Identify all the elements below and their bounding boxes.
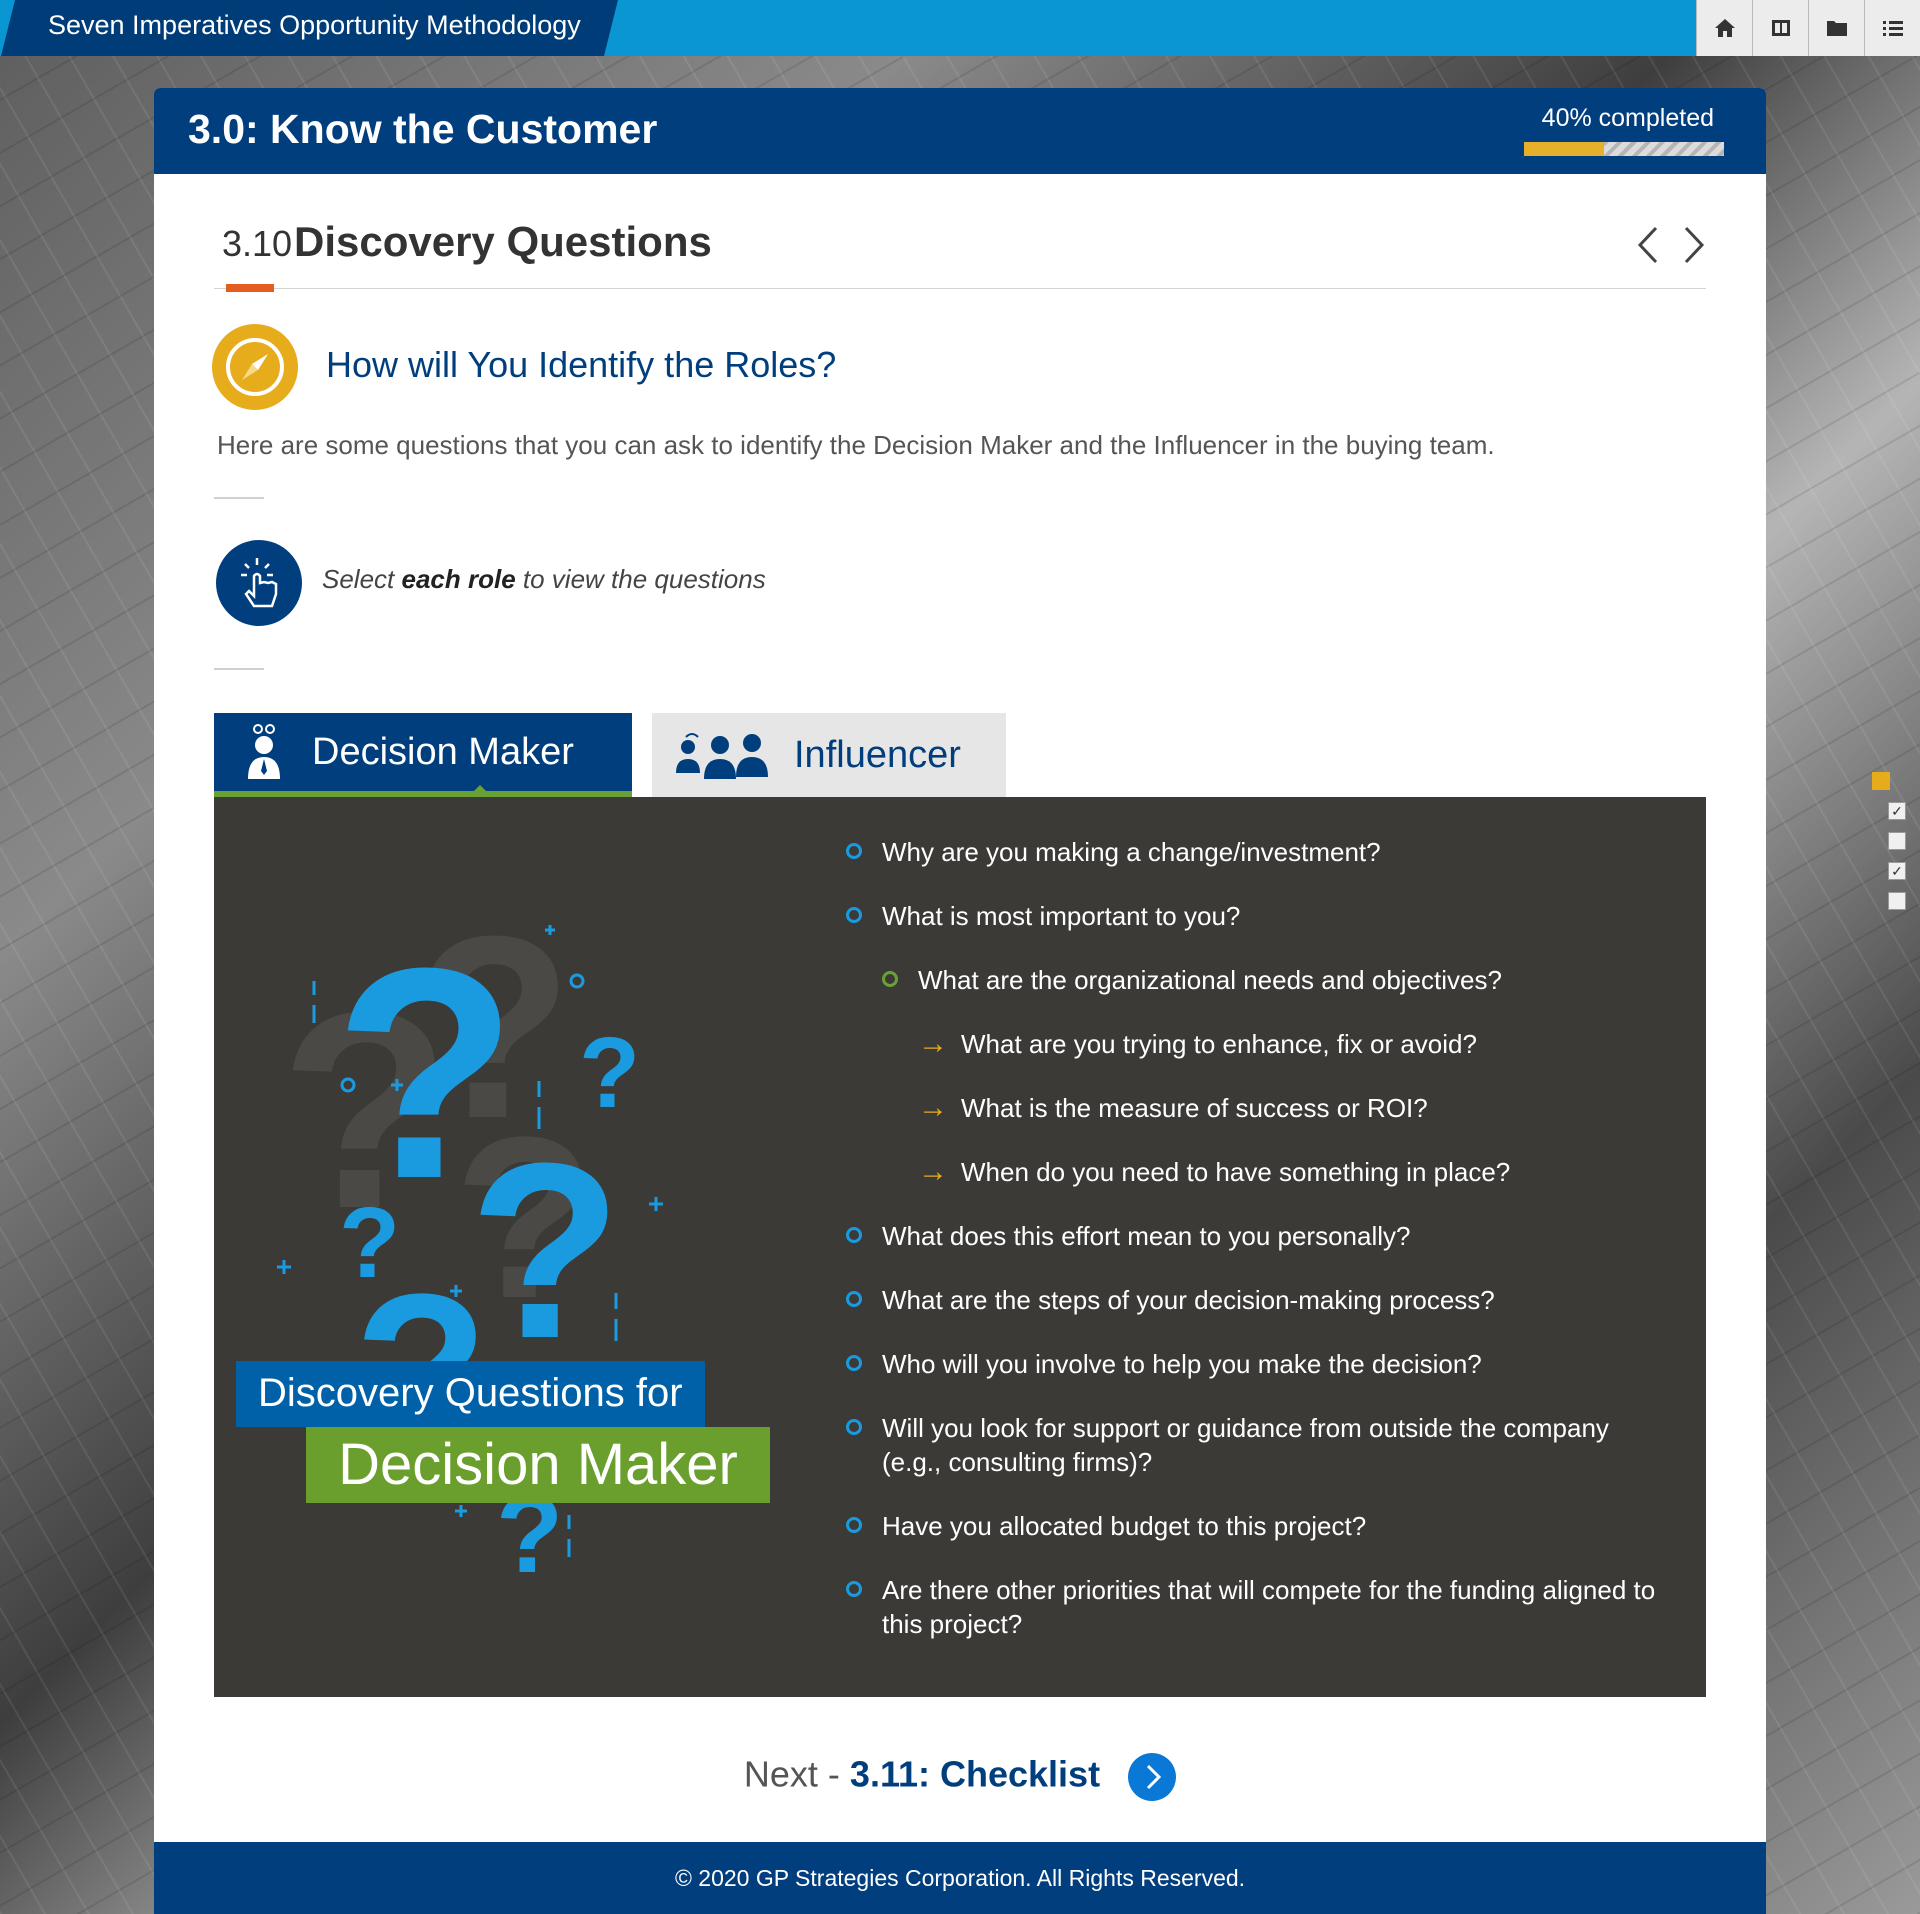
instruction-emphasis: each role [401, 564, 516, 594]
question-item: → When do you need to have something in p… [846, 1155, 1666, 1189]
question-item: → What are you trying to enhance, fix or … [846, 1027, 1666, 1061]
bullet-icon [846, 907, 862, 923]
folder-icon [1826, 21, 1847, 36]
intro-text: Here are some questions that you can ask… [217, 430, 1495, 460]
progress-fill [1524, 142, 1604, 156]
bullet-icon [846, 1227, 862, 1243]
section-title: Discovery Questions [294, 218, 712, 265]
top-bar: Seven Imperatives Opportunity Methodolog… [0, 0, 1920, 56]
footer: © 2020 GP Strategies Corporation. All Ri… [154, 1842, 1766, 1914]
bullet-icon [846, 843, 862, 859]
tab-label: Influencer [794, 733, 961, 776]
home-icon [1714, 19, 1735, 37]
resources-button[interactable] [1808, 0, 1864, 56]
prev-page-button[interactable] [1632, 220, 1666, 270]
arrow-right-icon: → [918, 1027, 948, 1060]
instruction-post: to view the questions [515, 564, 766, 594]
instruction-text: Select each role to view the questions [322, 564, 766, 595]
question-text: Have you allocated budget to this projec… [882, 1511, 1367, 1541]
divider [214, 497, 264, 499]
home-button[interactable] [1696, 0, 1752, 56]
side-progress-marker[interactable] [1888, 832, 1906, 850]
questions-panel: ? ? ? ? ? ? ? ? ? [214, 797, 1706, 1697]
section-heading: How will You Identify the Roles? [326, 344, 837, 385]
question-text: Are there other priorities that will com… [882, 1575, 1656, 1639]
question-text: Why are you making a change/investment? [882, 837, 1381, 867]
question-marks-illustration: ? ? ? ? ? ? ? ? ? [277, 883, 663, 1596]
active-tab-indicator [468, 785, 492, 797]
next-arrow-button[interactable] [1128, 1753, 1177, 1801]
arrow-right-icon: → [918, 1155, 948, 1188]
tab-decision-maker[interactable]: Decision Maker [214, 713, 632, 797]
panel-banner-title: Discovery Questions for [236, 1361, 705, 1427]
next-prefix: Next - [743, 1753, 850, 1795]
progress-bar [1524, 142, 1724, 156]
question-item: Are there other priorities that will com… [846, 1573, 1666, 1641]
next-page-button[interactable] [1676, 220, 1710, 270]
decision-maker-icon [248, 724, 280, 779]
question-text: What are the organizational needs and ob… [918, 965, 1502, 995]
title-divider [214, 288, 1706, 289]
question-item: What are the organizational needs and ob… [846, 963, 1666, 997]
question-item: Have you allocated budget to this projec… [846, 1509, 1666, 1543]
instruction-pre: Select [322, 564, 402, 594]
next-target: 3.11: Checklist [849, 1753, 1101, 1795]
bullet-icon [846, 1291, 862, 1307]
svg-text:?: ? [339, 1187, 400, 1299]
question-text: What is most important to you? [882, 901, 1241, 931]
tab-label: Decision Maker [312, 730, 574, 773]
progress-label: 40% completed [1541, 104, 1714, 132]
question-text: What are the steps of your decision-maki… [882, 1285, 1495, 1315]
question-item: What does this effort mean to you person… [846, 1219, 1666, 1253]
svg-text:?: ? [579, 1017, 640, 1129]
divider [214, 668, 264, 670]
side-progress-marker[interactable] [1888, 892, 1906, 910]
section-number: 3.10 [222, 223, 293, 264]
menu-button[interactable] [1864, 0, 1920, 56]
arrow-right-icon: → [918, 1091, 948, 1124]
module-header: 3.0: Know the Customer 40% completed [154, 88, 1766, 174]
bullet-icon [846, 1517, 862, 1533]
side-progress-marker[interactable]: ✓ [1888, 802, 1906, 820]
toolbar [1696, 0, 1920, 56]
side-progress-marker[interactable]: ✓ [1888, 862, 1906, 880]
panel-banner-role: Decision Maker [306, 1427, 770, 1503]
question-text: What is the measure of success or ROI? [961, 1093, 1428, 1123]
module-title: 3.0: Know the Customer [188, 106, 658, 152]
next-section-link[interactable]: Next - 3.11: Checklist [154, 1753, 1766, 1801]
compass-icon [212, 324, 298, 410]
question-list: Why are you making a change/investment? W… [846, 835, 1666, 1671]
question-text: What does this effort mean to you person… [882, 1221, 1411, 1251]
svg-text:?: ? [469, 1111, 622, 1390]
question-item: Why are you making a change/investment? [846, 835, 1666, 869]
title-accent [226, 284, 274, 292]
side-progress-marker[interactable] [1872, 772, 1890, 790]
question-text: What are you trying to enhance, fix or a… [961, 1029, 1477, 1059]
question-item: → What is the measure of success or ROI? [846, 1091, 1666, 1125]
question-text: When do you need to have something in pl… [961, 1157, 1511, 1187]
book-icon [1771, 20, 1790, 36]
content-card: 3.0: Know the Customer 40% completed 3.1… [154, 88, 1766, 1842]
bullet-icon [882, 971, 898, 987]
menu-list-icon [1882, 21, 1903, 36]
bullet-icon [846, 1581, 862, 1597]
chevron-right-icon [1147, 1764, 1162, 1790]
question-item: What is most important to you? [846, 899, 1666, 933]
question-item: Who will you involve to help you make th… [846, 1347, 1666, 1381]
glossary-button[interactable] [1752, 0, 1808, 56]
bullet-icon [846, 1355, 862, 1371]
question-item: Will you look for support or guidance fr… [846, 1411, 1666, 1479]
tab-influencer[interactable]: Influencer [652, 713, 1006, 797]
question-text: Will you look for support or guidance fr… [882, 1413, 1609, 1477]
bullet-icon [846, 1419, 862, 1435]
app-title: Seven Imperatives Opportunity Methodolog… [48, 10, 581, 40]
influencer-icon [676, 733, 768, 779]
tap-hand-icon [216, 540, 302, 626]
question-item: What are the steps of your decision-maki… [846, 1283, 1666, 1317]
question-text: Who will you involve to help you make th… [882, 1349, 1482, 1379]
